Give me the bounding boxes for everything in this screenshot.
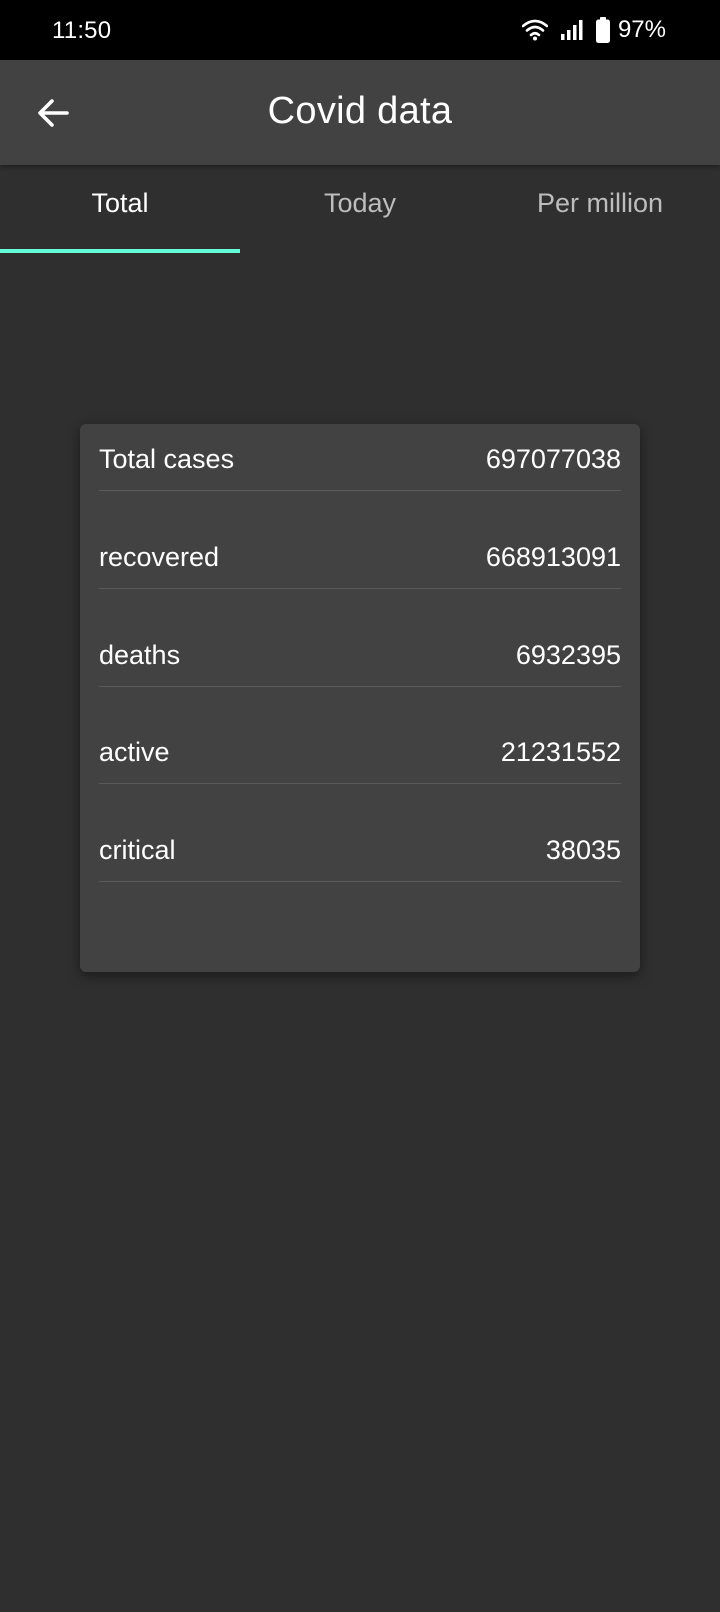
stat-label: Total cases: [99, 444, 235, 474]
status-bar: 11:50 97%: [0, 0, 720, 60]
stat-label: critical: [99, 835, 176, 865]
stat-value: 21231552: [500, 737, 621, 767]
stat-row-critical: critical 38035: [99, 815, 621, 882]
app-bar: Covid data: [0, 60, 720, 165]
stats-card: Total cases 697077038 recovered 66891309…: [80, 424, 640, 972]
wifi-icon: [521, 19, 548, 41]
stat-value: 6932395: [515, 640, 621, 670]
page-title: Covid data: [267, 90, 453, 132]
stat-label: active: [99, 737, 170, 767]
stat-value: 38035: [545, 835, 621, 865]
stat-label: recovered: [99, 542, 220, 572]
stat-row-recovered: recovered 668913091: [99, 522, 621, 589]
tab-today[interactable]: Today: [240, 165, 480, 255]
stat-row-active: active 21231552: [99, 717, 621, 784]
stat-value: 697077038: [485, 444, 621, 474]
battery-percent: 97%: [617, 16, 666, 43]
signal-icon: [560, 20, 583, 40]
tab-per-million[interactable]: Per million: [480, 165, 720, 255]
stat-label: deaths: [99, 640, 181, 670]
stat-value: 668913091: [485, 542, 621, 572]
status-icons: 97%: [521, 15, 666, 45]
status-time: 11:50: [52, 17, 112, 44]
tab-total[interactable]: Total: [0, 165, 240, 255]
tab-bar: Total Today Per million: [0, 165, 720, 255]
stat-row-total-cases: Total cases 697077038: [99, 424, 621, 491]
battery-icon: [595, 17, 610, 43]
active-tab-indicator: [0, 249, 240, 253]
stat-row-deaths: deaths 6932395: [99, 620, 621, 687]
